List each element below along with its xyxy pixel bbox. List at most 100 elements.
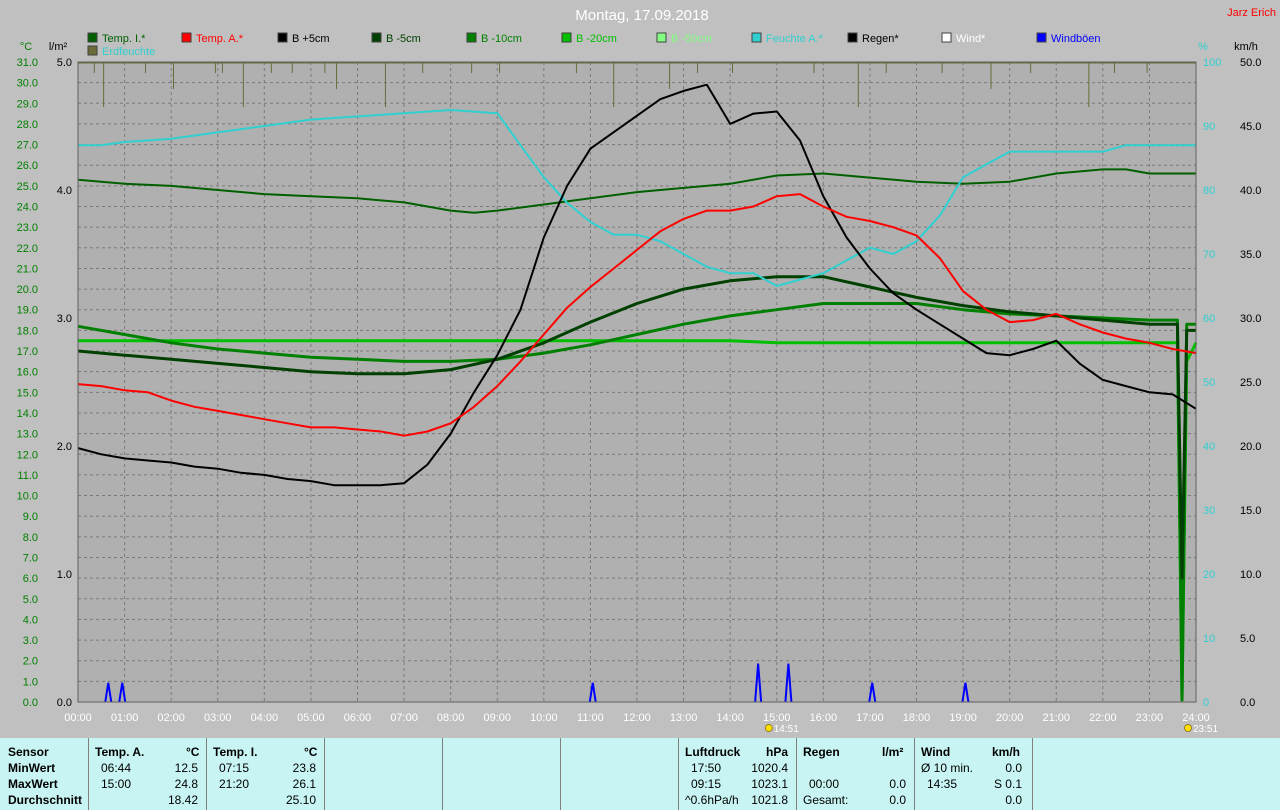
temp-tick-label: 9.0 (23, 511, 38, 523)
temp-tick-label: 3.0 (23, 635, 38, 647)
humidity-tick-label: 20 (1203, 569, 1215, 581)
temp-i-min: 23.8 (292, 761, 316, 775)
humidity-tick-label: 50 (1203, 377, 1215, 389)
wind-max-time: 14:35 (927, 777, 958, 791)
humidity-tick-label: 70 (1203, 249, 1215, 261)
table-separator (796, 738, 797, 810)
rain-unit-label: l/m² (49, 41, 68, 53)
table-separator (560, 738, 561, 810)
legend-label: Feuchte A.* (766, 33, 824, 45)
temp-tick-label: 13.0 (17, 429, 38, 441)
pressure-header: Luftdruck (685, 745, 741, 759)
wind-tick-label: 40.0 (1240, 185, 1261, 197)
temp-tick-label: 7.0 (23, 552, 38, 564)
humidity-tick-label: 80 (1203, 185, 1215, 197)
row-label-max: MaxWert (8, 777, 58, 791)
temp-tick-label: 31.0 (17, 57, 38, 69)
temp-tick-label: 12.0 (17, 449, 38, 461)
x-tick-label: 19:00 (949, 712, 977, 724)
rain-max: 0.0 (889, 777, 906, 791)
wind-tick-label: 25.0 (1240, 377, 1261, 389)
wind-tick-label: 0.0 (1240, 697, 1255, 709)
table-separator (678, 738, 679, 810)
legend-label: Temp. I.* (102, 33, 146, 45)
temp-unit-label: °C (20, 41, 32, 53)
row-label-min: MinWert (8, 761, 56, 775)
temp-tick-label: 11.0 (17, 470, 38, 482)
legend-swatch (181, 32, 192, 43)
x-tick-label: 16:00 (810, 712, 838, 724)
legend-swatch (561, 32, 572, 43)
x-tick-label: 02:00 (157, 712, 185, 724)
rain-tick-label: 3.0 (57, 313, 72, 325)
legend-label: Regen* (862, 33, 899, 45)
wind-tick-label: 20.0 (1240, 441, 1261, 453)
temp-tick-label: 21.0 (17, 263, 38, 275)
rain-tick-label: 1.0 (57, 569, 72, 581)
temp-a-min: 12.5 (174, 761, 198, 775)
rain-tick-label: 4.0 (57, 185, 72, 197)
x-tick-label: 23:00 (1136, 712, 1164, 724)
wind-tick-label: 30.0 (1240, 313, 1261, 325)
temp-tick-label: 8.0 (23, 532, 38, 544)
x-tick-label: 10:00 (530, 712, 558, 724)
x-tick-label: 09:00 (483, 712, 511, 724)
temp-a-avg: 18.42 (167, 793, 198, 807)
pressure-min-time: 17:50 (691, 761, 722, 775)
temp-tick-label: 15.0 (17, 387, 38, 399)
humidity-tick-label: 30 (1203, 505, 1215, 517)
temp-tick-label: 26.0 (17, 160, 38, 172)
legend-swatch (466, 32, 477, 43)
x-tick-label: 13:00 (670, 712, 698, 724)
wind-unit-label: km/h (1234, 41, 1258, 53)
pressure-max: 1023.1 (751, 777, 788, 791)
temp-tick-label: 10.0 (17, 491, 38, 503)
humidity-tick-label: 100 (1203, 57, 1221, 69)
temp-tick-label: 29.0 (17, 98, 38, 110)
x-tick-label: 03:00 (204, 712, 232, 724)
legend-swatch (751, 32, 762, 43)
temp-i-header: Temp. I. (213, 745, 258, 759)
table-separator (442, 738, 443, 810)
rain-tick-label: 2.0 (57, 441, 72, 453)
humidity-tick-label: 60 (1203, 313, 1215, 325)
temp-a-min-time: 06:44 (101, 761, 132, 775)
legend-swatch (847, 32, 858, 43)
temp-a-max: 24.8 (174, 777, 198, 791)
temp-i-unit: °C (304, 745, 318, 759)
pressure-max-time: 09:15 (691, 777, 722, 791)
wind-max: S 0.1 (993, 777, 1022, 791)
table-separator (324, 738, 325, 810)
legend-label: B -5cm (386, 33, 421, 45)
x-tick-label: 15:00 (763, 712, 791, 724)
temp-tick-label: 5.0 (23, 594, 38, 606)
marker-label: 23:51 (1193, 724, 1218, 735)
x-tick-label: 00:00 (64, 712, 92, 724)
pressure-avg: 1021.8 (751, 793, 788, 807)
humidity-tick-label: 90 (1203, 121, 1215, 133)
x-tick-label: 08:00 (437, 712, 465, 724)
humidity-tick-label: 40 (1203, 441, 1215, 453)
rain-total-label: Gesamt: (803, 793, 849, 807)
row-label-avg: Durchschnitt (8, 793, 83, 807)
wind-tick-label: 35.0 (1240, 249, 1261, 261)
temp-tick-label: 2.0 (23, 656, 38, 668)
x-tick-label: 20:00 (996, 712, 1024, 724)
legend-swatch (277, 32, 288, 43)
x-tick-label: 01:00 (111, 712, 139, 724)
legend-label: Windböen (1051, 33, 1101, 45)
rain-unit: l/m² (882, 745, 904, 759)
temp-a-header: Temp. A. (95, 745, 145, 759)
wind-tick-label: 15.0 (1240, 505, 1261, 517)
temp-tick-label: 17.0 (17, 346, 38, 358)
x-tick-label: 04:00 (251, 712, 279, 724)
temp-i-max: 26.1 (292, 777, 316, 791)
x-tick-label: 24:00 (1182, 712, 1210, 724)
wind-avg: 0.0 (1005, 761, 1022, 775)
rain-header: Regen (803, 745, 840, 759)
legend-swatch (656, 32, 667, 43)
legend-label: B -50cm (671, 33, 712, 45)
wind-tick-label: 50.0 (1240, 57, 1261, 69)
legend-label: B -20cm (576, 33, 617, 45)
x-tick-label: 06:00 (344, 712, 372, 724)
